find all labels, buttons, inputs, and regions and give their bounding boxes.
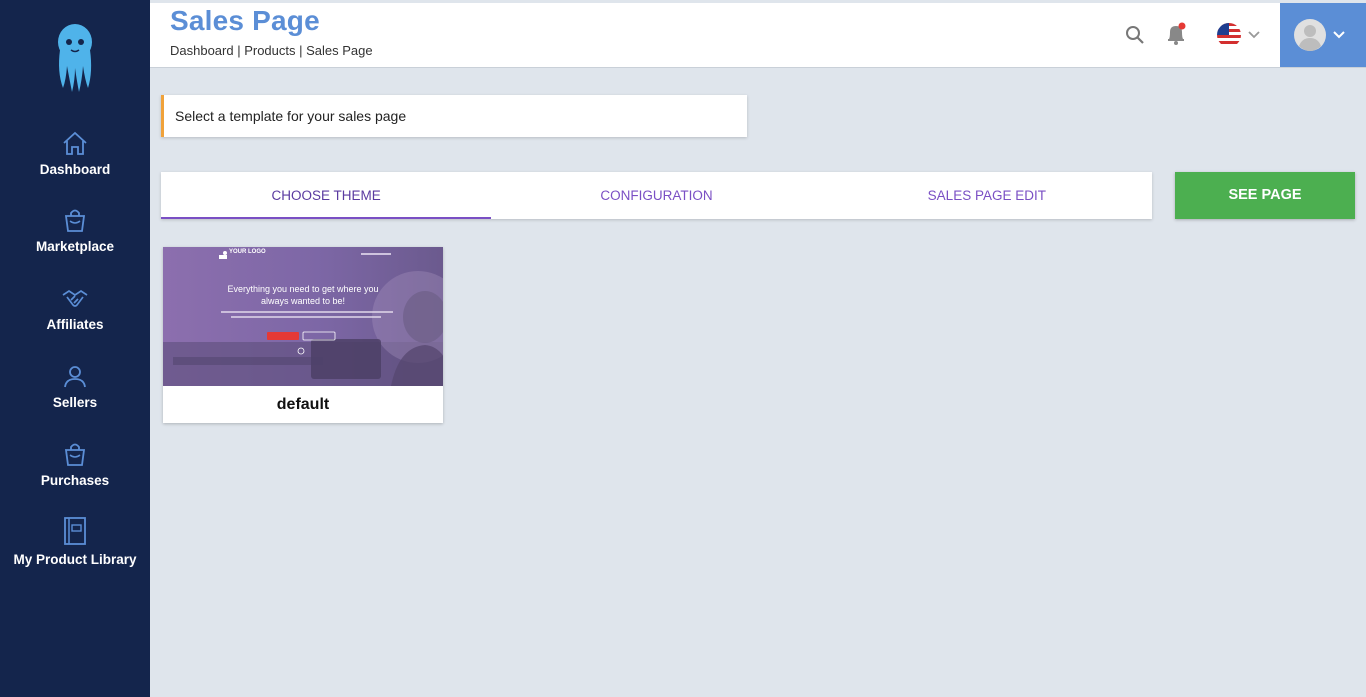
book-icon [64,517,86,545]
sidebar-item-affiliates[interactable]: Affiliates [0,285,150,332]
notification-bell-icon[interactable] [1165,22,1187,46]
handshake-icon [62,289,88,307]
tab-bar: CHOOSE THEME CONFIGURATION SALES PAGE ED… [161,172,1152,219]
sidebar-item-label: Marketplace [35,239,115,254]
home-icon [63,131,87,155]
language-selector[interactable] [1216,22,1266,48]
preview-logo-text: YOUR LOGO [229,249,266,255]
preview-headline: Everything you need to get where you alw… [203,283,403,307]
sidebar: Dashboard Marketplace Affiliates Sellers… [0,0,150,697]
sidebar-item-label: My Product Library [13,552,137,567]
sidebar-item-label: Purchases [40,473,110,488]
tab-sales-page-edit[interactable]: SALES PAGE EDIT [822,172,1152,219]
page-title: Sales Page [170,5,320,36]
see-page-button[interactable]: SEE PAGE [1175,172,1355,219]
users-icon [64,366,86,388]
top-header: Sales Page Dashboard | Products | Sales … [150,3,1366,68]
template-instruction-message: Select a template for your sales page [161,95,747,137]
theme-name: default [276,396,330,413]
tab-choose-theme[interactable]: CHOOSE THEME [161,172,492,219]
sidebar-item-purchases[interactable]: Purchases [0,441,150,488]
shopping-bag-icon [64,443,86,466]
preview-headline-line2: always wanted to be! [260,296,346,306]
octopus-logo-icon[interactable] [51,22,99,94]
theme-card-default[interactable]: YOUR LOGO Everything you need to get whe… [163,247,443,423]
preview-headline-line1: Everything you need to get where you [227,284,379,294]
sidebar-item-sellers[interactable]: Sellers [0,363,150,410]
chevron-down-icon [1248,31,1260,39]
us-flag-icon [1217,23,1241,47]
search-icon[interactable] [1125,25,1145,45]
sidebar-item-dashboard[interactable]: Dashboard [0,130,150,177]
sidebar-item-label: Sellers [52,395,98,410]
shopping-bag-icon [64,209,86,232]
theme-preview-image: YOUR LOGO Everything you need to get whe… [163,247,443,386]
sidebar-item-my-product-library[interactable]: My Product Library [0,516,150,567]
sidebar-item-label: Affiliates [46,317,104,332]
avatar [1294,19,1326,51]
breadcrumb: Dashboard | Products | Sales Page [170,43,373,58]
sidebar-item-label: Dashboard [39,162,111,177]
chevron-down-icon [1333,31,1345,39]
sidebar-item-marketplace[interactable]: Marketplace [0,207,150,254]
user-menu-button[interactable] [1280,3,1366,67]
tab-configuration[interactable]: CONFIGURATION [491,172,821,219]
